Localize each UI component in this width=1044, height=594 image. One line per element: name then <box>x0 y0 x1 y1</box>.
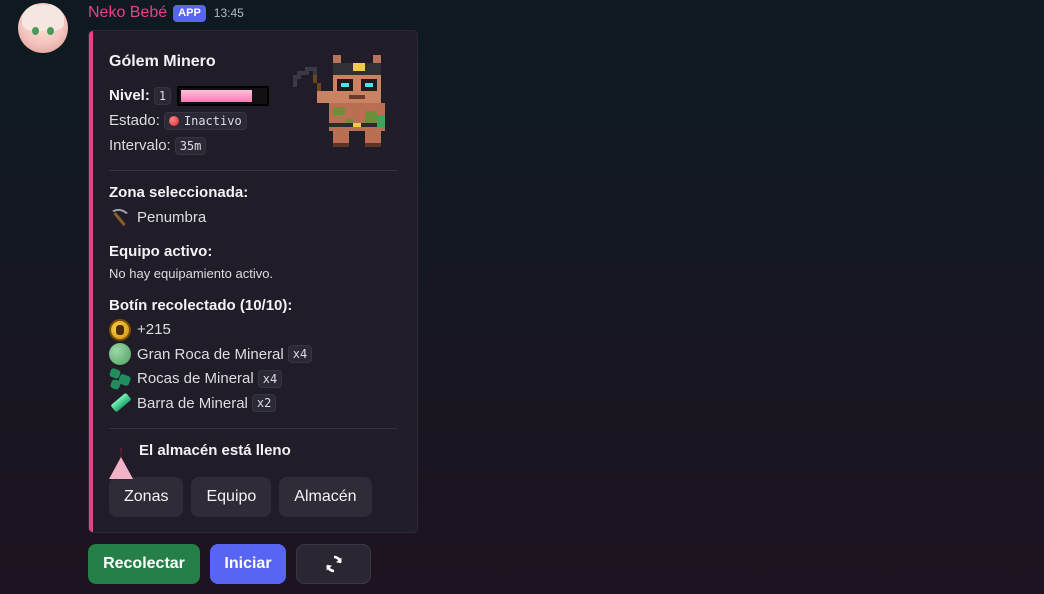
app-badge: APP <box>173 4 206 22</box>
loot-item: Gran Roca de Mineral x4 <box>109 342 397 367</box>
loot-qty: x4 <box>287 345 313 364</box>
zone-heading: Zona seleccionada: <box>109 184 249 201</box>
loot-label: Barra de Mineral <box>137 394 248 412</box>
refresh-icon <box>325 555 342 573</box>
embed-card: Gólem Minero Nivel: 1 Estado: Inactivo I… <box>88 30 418 533</box>
level-progress-bar <box>177 85 270 106</box>
equipment-button[interactable]: Equipo <box>191 477 272 517</box>
divider <box>109 427 397 429</box>
loot-qty: x4 <box>257 369 283 388</box>
big-rock-icon <box>109 343 131 366</box>
start-button[interactable]: Iniciar <box>210 544 286 584</box>
zone-row: Penumbra <box>109 205 397 230</box>
message-header: Neko Bebé APP 13:45 <box>88 4 244 22</box>
equipment-value: No hay equipamiento activo. <box>109 265 274 281</box>
loot-item: +215 <box>109 318 397 343</box>
loot-label: +215 <box>137 321 171 339</box>
refresh-button[interactable] <box>296 544 371 584</box>
warning-icon: ! <box>109 439 133 479</box>
loot-qty: x2 <box>251 394 277 413</box>
red-circle-icon <box>168 115 179 126</box>
warning-mark: ! <box>119 444 124 460</box>
level-label: Nivel: <box>109 87 150 104</box>
zone-value: Penumbra <box>137 208 207 226</box>
warning-row: ! El almacén está lleno <box>109 439 397 479</box>
collect-button[interactable]: Recolectar <box>88 544 200 584</box>
level-value: 1 <box>153 86 172 105</box>
interval-value: 35m <box>174 136 207 155</box>
embed-button-row: Zonas Equipo Almacén <box>109 477 397 517</box>
embed-accent-bar <box>89 31 93 532</box>
rocks-icon <box>108 367 132 391</box>
embed-content: Gólem Minero Nivel: 1 Estado: Inactivo I… <box>108 51 397 517</box>
loot-item: Rocas de Mineral x4 <box>108 367 397 392</box>
avatar-eye <box>47 27 54 35</box>
avatar-hair <box>22 5 64 31</box>
divider <box>109 170 397 171</box>
storage-button[interactable]: Almacén <box>279 477 372 517</box>
loot-label: Gran Roca de Mineral <box>137 345 284 363</box>
timestamp: 13:45 <box>213 6 244 20</box>
status-text: Inactivo <box>183 113 242 128</box>
zones-button[interactable]: Zonas <box>109 477 184 517</box>
username[interactable]: Neko Bebé <box>88 4 167 22</box>
ingot-shape <box>110 392 132 413</box>
golem-sprite <box>293 55 385 147</box>
action-row: Recolectar Iniciar <box>88 544 371 584</box>
level-progress-fill <box>181 89 252 102</box>
status-value: Inactivo <box>163 111 247 130</box>
ingot-icon <box>109 392 132 414</box>
warning-text: El almacén está lleno <box>139 442 291 460</box>
coin-icon <box>109 318 131 341</box>
interval-label: Intervalo: <box>109 137 171 154</box>
loot-heading: Botín recolectado (10/10): <box>109 296 293 314</box>
pickaxe-icon <box>112 209 128 226</box>
loot-item: Barra de Mineral x2 <box>109 391 397 416</box>
avatar-eye <box>32 27 39 35</box>
equipment-heading: Equipo activo: <box>109 242 213 260</box>
loot-label: Rocas de Mineral <box>137 370 254 388</box>
avatar[interactable] <box>18 3 68 53</box>
status-label: Estado: <box>109 112 160 129</box>
